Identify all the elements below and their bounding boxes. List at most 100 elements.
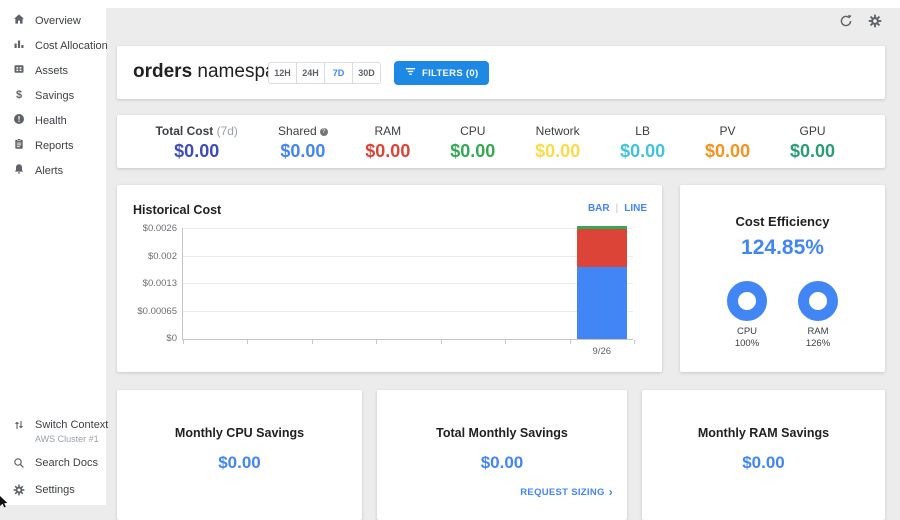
sidebar-item-reports[interactable]: Reports xyxy=(0,133,106,158)
switch-context-label: Switch Context xyxy=(35,419,108,431)
home-icon xyxy=(13,13,25,28)
page-header-card: orders namespace 12H 24H 7D 30D FILTERS … xyxy=(117,46,885,99)
stat-value: $0.00 xyxy=(430,141,515,162)
efficiency-donuts: CPU 100% RAM 126% xyxy=(680,281,885,349)
gear-icon xyxy=(13,484,25,499)
stat-label: GPU xyxy=(770,124,855,138)
stat-pv: PV $0.00 xyxy=(685,124,770,168)
stat-network: Network $0.00 xyxy=(515,124,600,168)
donut-ring xyxy=(727,281,767,321)
line-view-button[interactable]: LINE xyxy=(624,203,647,214)
y-axis-label: $0.0013 xyxy=(121,278,177,289)
y-axis-label: $0 xyxy=(121,333,177,344)
monthly-cpu-savings-card: Monthly CPU Savings $0.00 xyxy=(117,390,362,520)
chart-gridline xyxy=(183,228,633,229)
chart-gridline xyxy=(183,283,633,284)
x-axis-date-label: 9/26 xyxy=(582,346,622,357)
monthly-ram-savings-card: Monthly RAM Savings $0.00 xyxy=(642,390,885,520)
sidebar-item-overview[interactable]: Overview xyxy=(0,8,106,33)
time-range-group: 12H 24H 7D 30D xyxy=(268,62,381,84)
search-icon xyxy=(13,457,25,472)
request-sizing-link[interactable]: REQUEST SIZING › xyxy=(520,485,613,499)
stat-cpu: CPU $0.00 xyxy=(430,124,515,168)
top-edge-strip xyxy=(0,0,900,8)
sidebar-item-label: Savings xyxy=(35,90,74,102)
donut-percent: 100% xyxy=(720,338,774,349)
bar-chart-icon xyxy=(13,38,25,53)
x-axis-tick xyxy=(376,340,377,344)
refresh-icon[interactable] xyxy=(839,14,853,28)
time-range-24h-button[interactable]: 24H xyxy=(296,62,325,84)
sidebar-item-alerts[interactable]: Alerts xyxy=(0,158,106,183)
cost-efficiency-value: 124.85% xyxy=(680,236,885,260)
x-axis-tick xyxy=(634,340,635,344)
sidebar-item-switch-context[interactable]: Switch Context AWS Cluster #1 xyxy=(0,413,106,451)
y-axis-label: $0.0026 xyxy=(121,223,177,234)
donut-percent: 126% xyxy=(791,338,845,349)
bar-segment-blue[interactable] xyxy=(577,267,627,339)
stat-label: CPU xyxy=(430,124,515,138)
sidebar-footer: Switch Context AWS Cluster #1 Search Doc… xyxy=(0,413,106,505)
savings-card-value: $0.00 xyxy=(377,453,627,473)
savings-card-title: Monthly RAM Savings xyxy=(642,426,885,440)
stat-total-cost: Total Cost (7d) $0.00 xyxy=(133,124,260,168)
search-docs-label: Search Docs xyxy=(35,457,98,469)
stat-value: $0.00 xyxy=(515,141,600,162)
sidebar-item-search-docs[interactable]: Search Docs xyxy=(0,451,106,478)
health-icon xyxy=(13,113,25,128)
mouse-cursor xyxy=(0,495,10,513)
stat-shared: Shared? $0.00 xyxy=(260,124,345,168)
stat-label: Total Cost (7d) xyxy=(133,124,260,138)
stat-value: $0.00 xyxy=(345,141,430,162)
time-range-30d-button[interactable]: 30D xyxy=(352,62,381,84)
topbar-actions xyxy=(839,14,882,28)
filter-list-icon xyxy=(405,66,416,80)
swap-arrows-icon xyxy=(13,419,25,434)
stat-label: LB xyxy=(600,124,685,138)
historical-cost-title: Historical Cost xyxy=(133,203,221,217)
chart-gridline xyxy=(183,311,633,312)
sidebar-item-assets[interactable]: Assets xyxy=(0,58,106,83)
stat-ram: RAM $0.00 xyxy=(345,124,430,168)
historical-cost-card: Historical Cost BAR | LINE $0 $0.00065 $0.… xyxy=(117,185,662,372)
donut-ring xyxy=(798,281,838,321)
sidebar-item-health[interactable]: Health xyxy=(0,108,106,133)
chart-view-toggle: BAR | LINE xyxy=(588,203,647,214)
assets-grid-icon xyxy=(13,63,25,78)
dollar-icon: $ xyxy=(13,88,25,103)
savings-card-title: Monthly CPU Savings xyxy=(117,426,362,440)
y-axis-label: $0.00065 xyxy=(121,306,177,317)
sidebar-item-savings[interactable]: $ Savings xyxy=(0,83,106,108)
time-range-7d-button[interactable]: 7D xyxy=(324,62,353,84)
settings-label: Settings xyxy=(35,484,75,496)
total-monthly-savings-card: Total Monthly Savings $0.00 REQUEST SIZI… xyxy=(377,390,627,520)
x-axis-tick xyxy=(247,340,248,344)
chart-gridline xyxy=(183,256,633,257)
bar-segment-red[interactable] xyxy=(577,229,627,267)
stat-label: Shared? xyxy=(260,124,345,138)
ram-efficiency-donut: RAM 126% xyxy=(791,281,845,349)
sidebar-nav: Overview Cost Allocation Assets $ Saving… xyxy=(0,0,106,183)
savings-card-value: $0.00 xyxy=(642,453,885,473)
stat-value: $0.00 xyxy=(600,141,685,162)
sidebar-item-settings[interactable]: Settings xyxy=(0,478,106,505)
page-title-name: orders xyxy=(133,61,192,82)
bar-view-button[interactable]: BAR xyxy=(588,203,610,214)
x-axis-tick xyxy=(505,340,506,344)
bell-icon xyxy=(13,163,25,178)
sidebar-item-label: Assets xyxy=(35,65,68,77)
x-axis-tick xyxy=(570,340,571,344)
bar-segment-green[interactable] xyxy=(577,226,627,229)
settings-icon[interactable] xyxy=(868,14,882,28)
stat-label: PV xyxy=(685,124,770,138)
cost-efficiency-title: Cost Efficiency xyxy=(680,214,885,229)
filters-button[interactable]: FILTERS (0) xyxy=(394,61,489,85)
sidebar-item-cost-allocation[interactable]: Cost Allocation xyxy=(0,33,106,58)
help-icon[interactable]: ? xyxy=(320,128,328,136)
filters-button-label: FILTERS (0) xyxy=(422,68,478,79)
x-axis-tick xyxy=(312,340,313,344)
x-axis-tick xyxy=(441,340,442,344)
x-axis-tick xyxy=(183,340,184,344)
time-range-12h-button[interactable]: 12H xyxy=(268,62,297,84)
sidebar-item-label: Alerts xyxy=(35,165,63,177)
